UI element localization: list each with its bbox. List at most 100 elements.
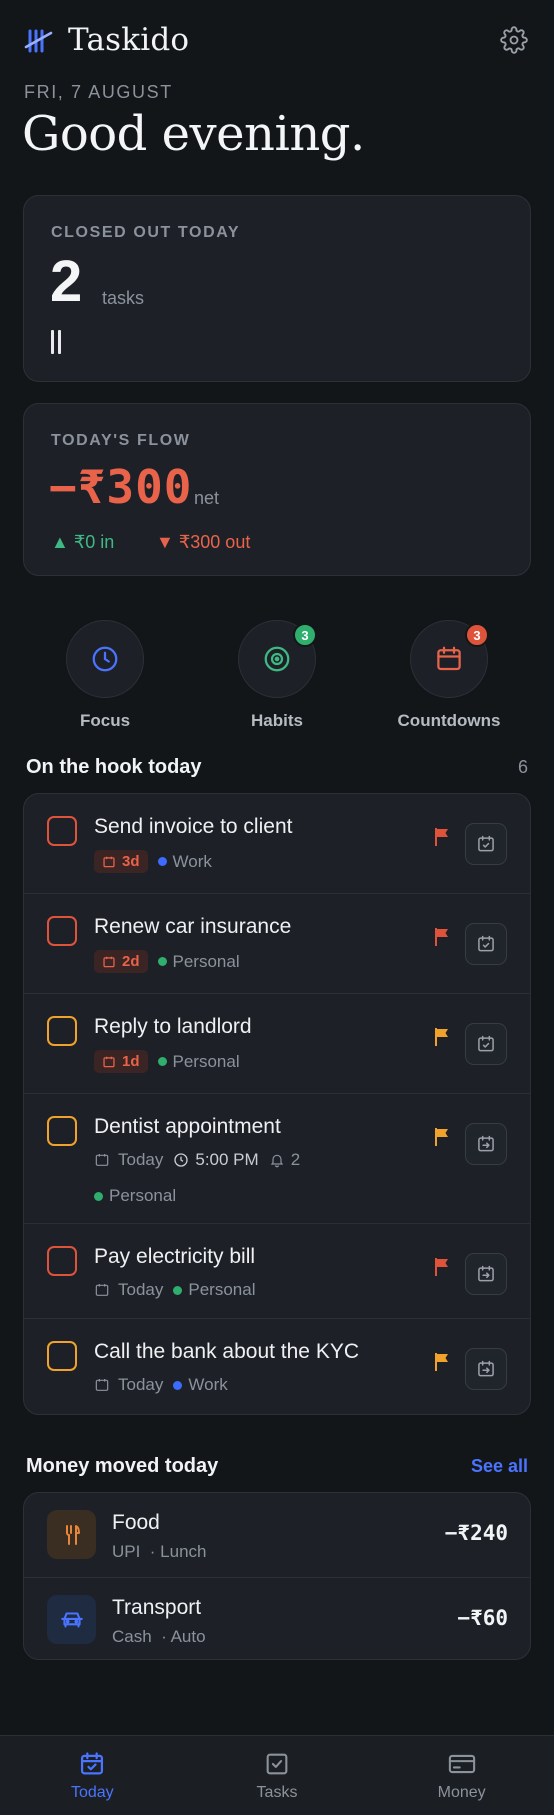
flow-out: ▼ ₹300 out bbox=[156, 532, 251, 552]
task-when: Today bbox=[94, 1150, 163, 1170]
wallet-card-icon bbox=[448, 1754, 475, 1774]
tag-dot bbox=[157, 1057, 167, 1066]
app-name: Taskido bbox=[68, 22, 190, 58]
transactions-list: Food UPI · Lunch −₹240 Transport Cash · … bbox=[23, 1492, 531, 1660]
settings-button[interactable] bbox=[498, 24, 530, 56]
task-title: Send invoice to client bbox=[94, 815, 293, 838]
task-time: 5:00 PM bbox=[173, 1150, 259, 1170]
tasks-section-title: On the hook today bbox=[26, 756, 202, 778]
schedule-button[interactable] bbox=[465, 823, 507, 865]
nav-tasks[interactable]: Tasks bbox=[185, 1736, 370, 1815]
countdowns-badge: 3 bbox=[465, 623, 489, 647]
calendar-check-icon bbox=[478, 835, 494, 852]
schedule-button[interactable] bbox=[465, 923, 507, 965]
greeting-title: Good evening. bbox=[22, 106, 365, 162]
shortcut-countdowns-circle: 3 bbox=[410, 620, 489, 698]
shortcut-focus[interactable]: Focus bbox=[25, 620, 185, 731]
tag-label: Personal bbox=[188, 1280, 256, 1299]
calendar-icon bbox=[95, 1284, 109, 1296]
transaction-method: Cash bbox=[112, 1627, 152, 1646]
clock-icon bbox=[92, 646, 118, 672]
task-checkbox[interactable] bbox=[47, 1016, 77, 1046]
tag-label: Personal bbox=[172, 1051, 240, 1071]
tag-dot bbox=[157, 957, 167, 966]
transaction-name: Food bbox=[112, 1511, 160, 1534]
task-title: Renew car insurance bbox=[94, 915, 292, 938]
task-checkbox[interactable] bbox=[47, 1116, 77, 1146]
task-meta: Today Work bbox=[94, 1375, 228, 1395]
task-checkbox[interactable] bbox=[47, 1246, 77, 1276]
transaction-amount: −₹240 bbox=[444, 1521, 508, 1545]
calendar-check-icon bbox=[478, 1035, 494, 1052]
task-list: Send invoice to client 3d Work Renew car… bbox=[23, 793, 531, 1415]
task-tag: Work bbox=[157, 852, 212, 872]
task-when-label: Today bbox=[118, 1280, 164, 1299]
nav-today-label: Today bbox=[70, 1784, 114, 1801]
target-icon bbox=[264, 646, 290, 672]
due-chip: 1d bbox=[94, 1050, 148, 1073]
calendar-arrow-icon bbox=[478, 1135, 494, 1152]
nav-today[interactable]: Today bbox=[0, 1736, 185, 1815]
shortcut-focus-circle bbox=[66, 620, 144, 698]
shortcut-habits-circle: 3 bbox=[238, 620, 317, 698]
task-row[interactable]: Call the bank about the KYC Today Work bbox=[24, 1319, 530, 1414]
task-checkbox[interactable] bbox=[47, 916, 77, 946]
task-meta-secondary: Personal bbox=[94, 1186, 176, 1206]
shortcut-focus-label: Focus bbox=[79, 711, 131, 730]
task-row[interactable]: Pay electricity bill Today Personal bbox=[24, 1224, 530, 1319]
tag-dot bbox=[94, 1191, 103, 1201]
schedule-button[interactable] bbox=[465, 1253, 507, 1295]
brand: Taskido bbox=[24, 22, 189, 58]
task-checkbox[interactable] bbox=[47, 1341, 77, 1371]
transaction-row[interactable]: Food UPI · Lunch −₹240 bbox=[24, 1493, 530, 1577]
shortcut-habits[interactable]: 3 Habits bbox=[197, 620, 357, 731]
due-chip: 3d bbox=[94, 850, 148, 873]
schedule-button[interactable] bbox=[465, 1348, 507, 1390]
task-row[interactable]: Reply to landlord 1d Personal bbox=[24, 994, 530, 1094]
nav-money-label: Money bbox=[437, 1784, 486, 1801]
task-row[interactable]: Send invoice to client 3d Work bbox=[24, 794, 530, 894]
money-section-header: Money moved today See all bbox=[26, 1455, 528, 1478]
tag-dot bbox=[173, 1285, 183, 1295]
flow-net-amount: −₹300 bbox=[49, 460, 193, 514]
closed-out-label: CLOSED OUT TODAY bbox=[51, 224, 241, 241]
transaction-name: Transport bbox=[112, 1596, 202, 1619]
task-checkbox[interactable] bbox=[47, 816, 77, 846]
task-row[interactable]: Renew car insurance 2d Personal bbox=[24, 894, 530, 994]
task-when: Today bbox=[94, 1280, 163, 1300]
see-all-link[interactable]: See all bbox=[471, 1456, 528, 1477]
flow-in: ▲ ₹0 in bbox=[51, 532, 115, 552]
flow-card: TODAY'S FLOW −₹300 net ▲ ₹0 in ▼ ₹300 ou… bbox=[23, 403, 531, 576]
task-when-label: Today bbox=[118, 1150, 164, 1169]
flag-icon bbox=[435, 1028, 448, 1046]
flow-net-unit: net bbox=[194, 488, 220, 508]
money-section-title: Money moved today bbox=[26, 1455, 219, 1477]
task-row[interactable]: Dentist appointment Today 5:00 PM 2 Pers… bbox=[24, 1094, 530, 1224]
shortcut-countdowns[interactable]: 3 Countdowns bbox=[369, 620, 529, 731]
due-chip-label: 2d bbox=[122, 953, 140, 970]
transaction-details: Cash · Auto bbox=[112, 1627, 206, 1647]
due-chip-label: 3d bbox=[122, 853, 140, 870]
tally-marks bbox=[51, 330, 61, 354]
task-when-label: Today bbox=[118, 1375, 164, 1394]
task-tag: Personal bbox=[157, 1051, 240, 1072]
tag-dot bbox=[173, 1380, 183, 1390]
task-tag: Personal bbox=[94, 1186, 176, 1206]
task-title: Dentist appointment bbox=[94, 1115, 281, 1138]
tag-label: Personal bbox=[109, 1186, 177, 1205]
transaction-row[interactable]: Transport Cash · Auto −₹60 bbox=[24, 1577, 530, 1661]
task-meta: 1d Personal bbox=[94, 1050, 240, 1073]
task-time-label: 5:00 PM bbox=[195, 1150, 259, 1169]
task-reminders: 2 bbox=[269, 1150, 300, 1170]
task-when: Today bbox=[94, 1375, 163, 1395]
tally-mark bbox=[58, 330, 61, 354]
transaction-details: UPI · Lunch bbox=[112, 1542, 207, 1562]
shortcuts-row: Focus 3 Habits 3 Countdowns bbox=[0, 620, 554, 730]
flag-icon bbox=[435, 1258, 448, 1276]
schedule-button[interactable] bbox=[465, 1123, 507, 1165]
calendar-arrow-icon bbox=[478, 1360, 494, 1377]
tag-dot bbox=[157, 857, 167, 866]
tally-mark bbox=[51, 330, 54, 354]
schedule-button[interactable] bbox=[465, 1023, 507, 1065]
nav-money[interactable]: Money bbox=[369, 1736, 554, 1815]
